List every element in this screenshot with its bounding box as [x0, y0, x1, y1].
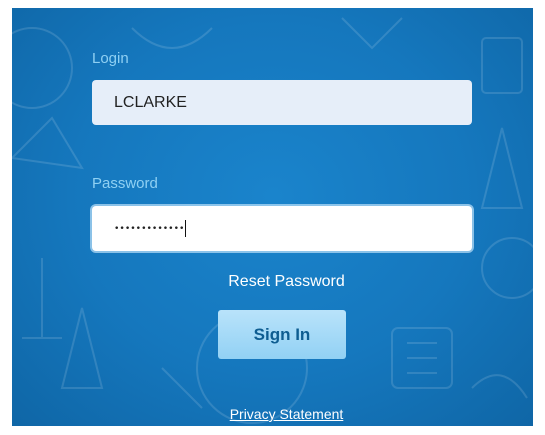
login-label: Login — [92, 50, 129, 67]
login-panel: Login LCLARKE Password ••••••••••••• Res… — [12, 8, 533, 426]
password-masked-value: ••••••••••••• — [114, 223, 185, 234]
sign-in-button[interactable]: Sign In — [218, 310, 346, 359]
password-field[interactable]: ••••••••••••• — [92, 206, 472, 251]
privacy-statement-link[interactable]: Privacy Statement — [12, 406, 533, 422]
password-label: Password — [92, 175, 158, 192]
reset-password-link[interactable]: Reset Password — [12, 273, 533, 291]
login-value: LCLARKE — [114, 93, 187, 111]
login-field[interactable]: LCLARKE — [92, 80, 472, 125]
text-caret — [185, 220, 187, 237]
